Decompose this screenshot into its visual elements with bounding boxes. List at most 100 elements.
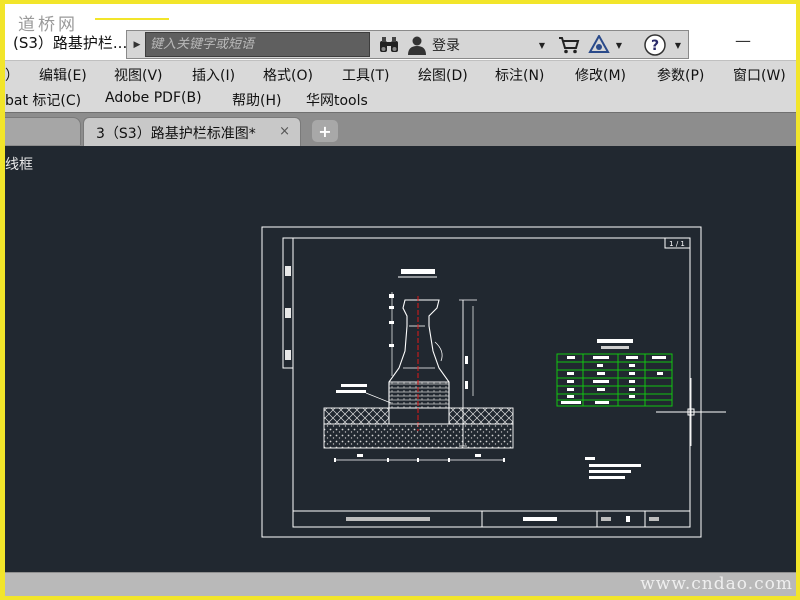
foundation-footing xyxy=(388,407,450,425)
new-tab-button[interactable]: + xyxy=(312,120,338,142)
menu-insert[interactable]: 插入(I) xyxy=(192,65,235,85)
table-cell-text xyxy=(593,380,609,383)
search-input[interactable] xyxy=(145,32,370,57)
dimension-text xyxy=(357,454,363,457)
notes-text xyxy=(589,476,625,479)
menu-bar-primary: ） 编辑(E) 视图(V) 插入(I) 格式(O) 工具(T) 绘图(D) 标注… xyxy=(5,60,796,86)
sheet-border-outer xyxy=(261,226,702,538)
dimension-text xyxy=(475,454,481,457)
table-cell-text xyxy=(567,380,574,383)
help-icon[interactable]: ? xyxy=(642,33,668,57)
menu-draw[interactable]: 绘图(D) xyxy=(418,65,468,85)
menu-view[interactable]: 视图(V) xyxy=(114,65,163,85)
menu-window[interactable]: 窗口(W) xyxy=(733,65,786,85)
table-cell-text xyxy=(567,395,574,398)
table-cell-text xyxy=(629,395,635,398)
minimize-button[interactable]: — xyxy=(733,30,753,50)
table-cell-text xyxy=(567,388,574,391)
login-dropdown-icon[interactable]: ▼ xyxy=(535,33,549,57)
menu-partial[interactable]: ） xyxy=(5,65,19,85)
table-cell-text xyxy=(629,380,635,383)
title-block-text xyxy=(523,517,557,521)
tab-active-drawing[interactable]: 3（S3）路基护栏标准图* × xyxy=(83,117,301,147)
login-label: 登录 xyxy=(432,38,460,54)
document-tab-bar: 3（S3）路基护栏标准图* × + xyxy=(5,112,796,147)
menu-modify[interactable]: 修改(M) xyxy=(575,65,626,85)
dimension-text xyxy=(465,381,468,389)
menu-dimension[interactable]: 标注(N) xyxy=(495,65,544,85)
table-cell-text xyxy=(626,356,638,359)
table-cell-text xyxy=(629,364,635,367)
table-cell-text xyxy=(597,388,605,391)
status-bar: www.cndao.com xyxy=(5,572,796,596)
notes-text xyxy=(589,464,641,467)
table-cell-text xyxy=(567,356,575,359)
dimension-tick xyxy=(417,458,419,462)
leader-line xyxy=(365,392,392,404)
tab-previous[interactable] xyxy=(5,117,81,145)
binding-mark xyxy=(285,266,291,276)
annotation-text xyxy=(389,344,394,347)
dimension-tick xyxy=(387,458,389,462)
table-cell-text xyxy=(629,388,635,391)
table-cell-text xyxy=(652,356,666,359)
annotation-text xyxy=(336,390,366,393)
app-window: 道桥网 (S3）路基护栏... ▶ 键入关键字或短语 登录 ▼ ▼ ? ▼ — … xyxy=(0,0,800,600)
sheet-number: 1 / 1 xyxy=(669,240,685,248)
title-accent-line xyxy=(95,18,169,20)
user-icon xyxy=(408,36,426,55)
dimension-tick xyxy=(448,458,450,462)
dimension-text xyxy=(465,356,468,364)
title-block-text xyxy=(626,516,630,522)
table-cell-text xyxy=(597,364,603,367)
pavement-layer-left xyxy=(323,407,390,425)
table-cell-text xyxy=(561,401,581,404)
menu-tools[interactable]: 工具(T) xyxy=(342,65,389,85)
tab-label: 3（S3）路基护栏标准图* xyxy=(96,125,256,142)
help-dropdown-icon[interactable]: ▼ xyxy=(672,33,684,57)
section-title xyxy=(401,269,435,274)
menu-edit[interactable]: 编辑(E) xyxy=(39,65,87,85)
site-url-watermark: www.cndao.com xyxy=(640,574,793,594)
exchange-dropdown-icon[interactable]: ▼ xyxy=(613,33,625,57)
table-cell-text xyxy=(657,372,663,375)
binding-mark xyxy=(285,308,291,318)
table-cell-text xyxy=(567,372,574,375)
title-block-text xyxy=(649,517,659,521)
title-block-text xyxy=(346,517,430,521)
pavement-layer-right xyxy=(448,407,514,425)
menu-format[interactable]: 格式(O) xyxy=(263,65,313,85)
table-title xyxy=(601,346,629,349)
menu-parameter[interactable]: 参数(P) xyxy=(657,65,704,85)
menu-acrobat-markup[interactable]: bat 标记(C) xyxy=(5,90,81,110)
infocenter-toolbar: ▶ 登录 ▼ xyxy=(126,30,689,59)
login-button[interactable]: 登录 xyxy=(407,33,507,57)
drawing-canvas[interactable]: 线框 1 / 1 xyxy=(5,146,796,572)
annotation-text xyxy=(341,384,367,387)
title-bar: 道桥网 (S3）路基护栏... ▶ 键入关键字或短语 登录 ▼ ▼ ? ▼ — xyxy=(5,4,796,60)
search-expand-icon[interactable]: ▶ xyxy=(129,33,145,56)
table-cell-text xyxy=(629,372,635,375)
exchange-icon[interactable] xyxy=(587,33,611,57)
window-title: (S3）路基护栏... xyxy=(13,34,128,52)
notes-text xyxy=(585,457,595,460)
title-block-text xyxy=(601,517,611,521)
cad-drawing: 1 / 1 xyxy=(261,226,726,538)
table-cell-text xyxy=(597,372,605,375)
binoculars-icon[interactable] xyxy=(377,33,401,57)
table-title xyxy=(597,339,633,343)
menu-bar-secondary: bat 标记(C) Adobe PDF(B) 帮助(H) 华网tools xyxy=(5,86,796,112)
menu-huawang-tools[interactable]: 华网tools xyxy=(306,90,368,110)
annotation-text xyxy=(389,321,394,324)
base-layer xyxy=(323,423,514,449)
notes-text xyxy=(589,470,631,473)
binding-mark xyxy=(285,350,291,360)
cart-icon[interactable] xyxy=(557,33,581,57)
menu-help[interactable]: 帮助(H) xyxy=(232,90,281,110)
foundation-brick xyxy=(388,381,450,409)
close-icon[interactable]: × xyxy=(279,124,290,139)
table-cell-text xyxy=(593,356,609,359)
dimension-tick xyxy=(503,458,505,462)
dimension-tick xyxy=(334,458,336,462)
menu-adobe-pdf[interactable]: Adobe PDF(B) xyxy=(105,90,202,106)
